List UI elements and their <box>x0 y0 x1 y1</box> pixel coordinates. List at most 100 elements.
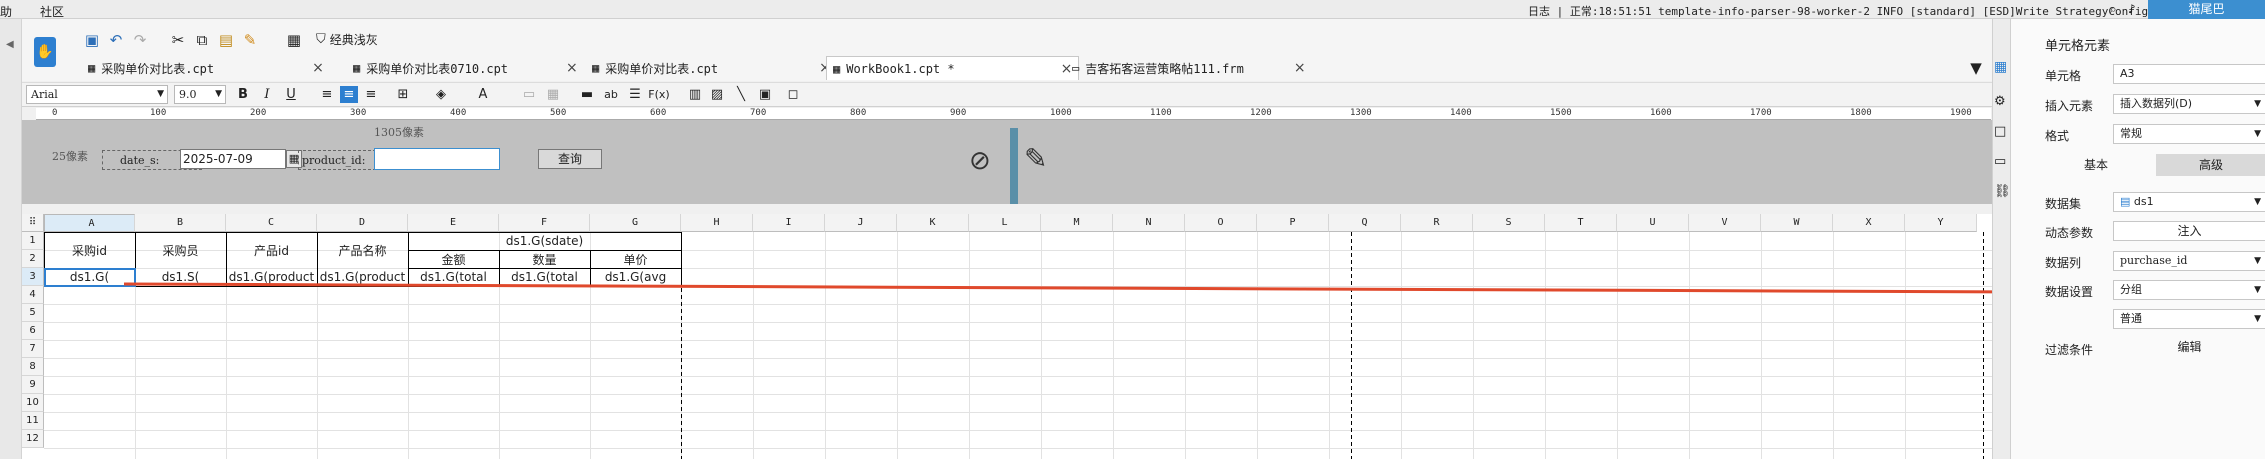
column-header[interactable]: R <box>1401 214 1473 232</box>
eye-off-icon[interactable]: ⊘ <box>969 146 991 176</box>
column-header[interactable]: M <box>1041 214 1113 232</box>
cell-field[interactable]: A3 <box>2113 64 2265 84</box>
column-header[interactable]: N <box>1113 214 1185 232</box>
tab-file-4[interactable]: ▦ WorkBook1.cpt * × <box>826 56 1080 80</box>
column-header[interactable]: K <box>897 214 969 232</box>
row-header[interactable]: 8 <box>22 358 44 376</box>
column-header[interactable]: G <box>590 214 681 232</box>
column-header[interactable]: A <box>44 214 135 232</box>
border-icon[interactable]: ⊞ <box>394 86 412 103</box>
column-header[interactable]: S <box>1473 214 1545 232</box>
edit-filter-button[interactable]: 编辑 <box>2113 338 2265 358</box>
divider-handle[interactable] <box>1010 128 1018 204</box>
row-header[interactable]: 9 <box>22 376 44 394</box>
more-widgets-icon[interactable]: ◻ <box>784 86 802 103</box>
row-header[interactable]: 11 <box>22 412 44 430</box>
column-header[interactable]: W <box>1761 214 1833 232</box>
dataset-select[interactable]: ▤ ds1 ▼ <box>2113 192 2265 212</box>
font-color-icon[interactable]: A <box>474 86 492 103</box>
column-header[interactable]: C <box>226 214 317 232</box>
slash-icon[interactable]: ╲ <box>732 86 750 103</box>
copy-icon[interactable]: ⧉ <box>192 30 212 50</box>
save-icon[interactable]: ▣ <box>82 30 102 50</box>
tab-menu-icon[interactable]: ▼ <box>1966 58 1986 78</box>
insert-row-icon[interactable]: ▬ <box>578 86 596 103</box>
close-icon[interactable]: × <box>312 60 324 76</box>
image-icon[interactable]: ▨ <box>708 86 726 103</box>
column-header[interactable]: U <box>1617 214 1689 232</box>
fill-color-icon[interactable]: ◈ <box>432 86 450 103</box>
tab-file-3[interactable]: ▦ 采购单价对比表.cpt × <box>592 56 831 80</box>
chart-icon[interactable]: ▥ <box>686 86 704 103</box>
cell-element-icon[interactable]: ▦ <box>1994 59 2010 77</box>
row-header[interactable]: 10 <box>22 394 44 412</box>
column-header[interactable]: B <box>135 214 226 232</box>
unmerge-cells-icon[interactable]: ▦ <box>544 86 562 103</box>
italic-icon[interactable]: I <box>258 86 276 103</box>
close-icon[interactable]: × <box>1294 60 1306 76</box>
underline-icon[interactable]: U <box>282 86 300 103</box>
datasetting-select[interactable]: 分组 ▼ <box>2113 280 2265 300</box>
date-input[interactable]: 2025-07-09 <box>180 149 286 169</box>
column-header[interactable]: H <box>681 214 753 232</box>
redo-icon[interactable]: ↷ <box>130 30 150 50</box>
format-painter-icon[interactable]: ✎ <box>240 30 260 50</box>
column-header[interactable]: Y <box>1905 214 1977 232</box>
row-header[interactable]: 12 <box>22 430 44 448</box>
close-icon[interactable]: × <box>1061 61 1073 77</box>
close-icon[interactable]: × <box>566 60 578 76</box>
menu-help[interactable]: 助 <box>0 3 12 20</box>
align-right-icon[interactable]: ≡ <box>362 86 380 103</box>
column-header[interactable]: P <box>1257 214 1329 232</box>
paragraph-icon[interactable]: ☰ <box>626 86 644 103</box>
bell-icon[interactable]: ♪ <box>2128 2 2136 16</box>
theme-switch[interactable]: ⛉ 经典浅灰 <box>316 31 378 48</box>
cell-d1[interactable]: 产品名称 <box>317 232 408 268</box>
row-header[interactable]: 6 <box>22 322 44 340</box>
product-input[interactable] <box>374 148 500 170</box>
column-header[interactable]: I <box>753 214 825 232</box>
query-button[interactable]: 查询 <box>538 149 602 169</box>
cell-f2[interactable]: 数量 <box>499 250 590 268</box>
menu-community[interactable]: 社区 <box>40 3 64 20</box>
cell-attribute-icon[interactable]: ⚙ <box>1994 94 2010 112</box>
column-header[interactable]: X <box>1833 214 1905 232</box>
user-button[interactable]: 猫尾巴 <box>2148 0 2265 19</box>
row-header[interactable]: 1 <box>22 232 44 250</box>
widget-icon[interactable]: □ <box>1994 124 2010 142</box>
column-header[interactable]: Q <box>1329 214 1401 232</box>
formula-icon[interactable]: F(x) <box>648 86 669 103</box>
bold-icon[interactable]: B <box>234 86 252 103</box>
align-left-icon[interactable]: ≡ <box>318 86 336 103</box>
column-header[interactable]: V <box>1689 214 1761 232</box>
row-header[interactable]: 7 <box>22 340 44 358</box>
font-family-select[interactable]: Arial ▼ <box>26 85 168 104</box>
cell-g2[interactable]: 单价 <box>590 250 681 268</box>
select-all-corner[interactable]: ⠿ <box>22 214 44 232</box>
mode-select[interactable]: 普通 ▼ <box>2113 309 2265 329</box>
tab-basic[interactable]: 基本 <box>2041 154 2151 176</box>
text-icon[interactable]: ab <box>602 86 620 103</box>
collapse-left-icon[interactable]: ◀ <box>6 39 14 50</box>
row-header[interactable]: 5 <box>22 304 44 322</box>
column-header[interactable]: T <box>1545 214 1617 232</box>
tab-file-1[interactable]: ▦ 采购单价对比表.cpt × <box>88 56 324 80</box>
align-center-icon[interactable]: ≡ <box>340 86 358 103</box>
insert-element-select[interactable]: 插入数据列(D) ▼ <box>2113 94 2265 114</box>
pencil-icon[interactable]: ✎ <box>1024 142 1047 175</box>
tab-advanced[interactable]: 高级 <box>2156 154 2265 176</box>
datacol-select[interactable]: purchase_id ▼ <box>2113 251 2265 271</box>
cell-c1[interactable]: 产品id <box>226 232 317 268</box>
row-header[interactable]: 3 <box>22 268 44 286</box>
cell-b1[interactable]: 采购员 <box>135 232 226 268</box>
condition-icon[interactable]: ▭ <box>1994 154 2010 172</box>
hyperlink-icon[interactable]: ⛓ <box>1994 184 2011 202</box>
tab-file-5[interactable]: ▭ 吉客拓客运营策略帖111.frm × <box>1072 56 1306 80</box>
search-icon[interactable]: ⌕ <box>2110 2 2117 17</box>
column-header[interactable]: F <box>499 214 590 232</box>
undo-icon[interactable]: ↶ <box>106 30 126 50</box>
inject-button[interactable]: 注入 <box>2113 221 2265 241</box>
column-header[interactable]: D <box>317 214 408 232</box>
column-header[interactable]: E <box>408 214 499 232</box>
subreport-icon[interactable]: ▣ <box>756 86 774 103</box>
